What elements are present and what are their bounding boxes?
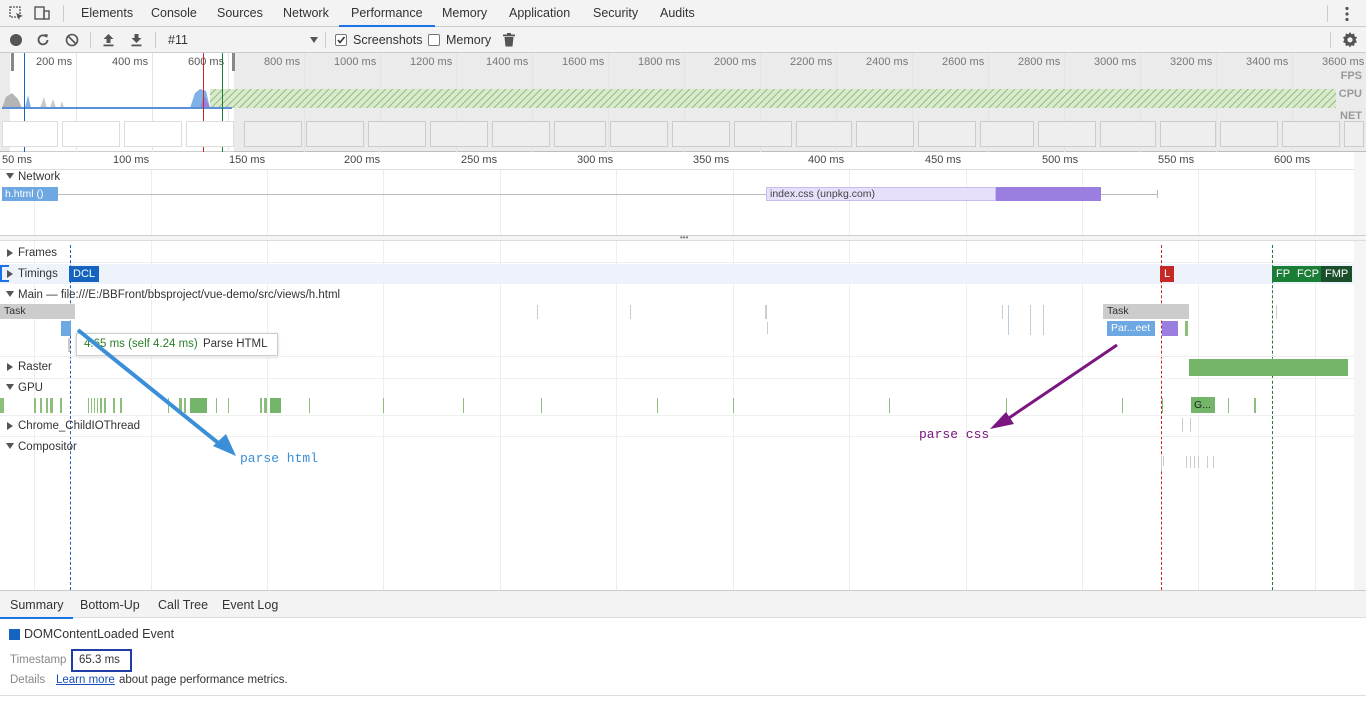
parse-css-annotation: parse css: [919, 427, 990, 442]
timestamp-label: Timestamp: [10, 654, 67, 666]
details-suffix: about page performance metrics.: [119, 674, 288, 686]
tab-bottom-up[interactable]: Bottom-Up: [80, 591, 140, 619]
tab-event-log[interactable]: Event Log: [222, 591, 278, 619]
parse-html-annotation: parse html: [240, 451, 319, 466]
details-tabbar: Summary Bottom-Up Call Tree Event Log: [0, 590, 1366, 619]
tab-call-tree[interactable]: Call Tree: [158, 591, 208, 619]
details-label: Details: [10, 674, 46, 686]
timestamp-value: 65.3 ms: [79, 654, 120, 666]
event-color-swatch: [9, 629, 20, 640]
summary-event-title: DOMContentLoaded Event: [24, 627, 175, 641]
summary-panel: DOMContentLoaded Event Timestamp 65.3 ms…: [0, 618, 1366, 696]
tab-summary[interactable]: Summary: [0, 591, 74, 619]
learn-more-link[interactable]: Learn more: [56, 674, 115, 686]
